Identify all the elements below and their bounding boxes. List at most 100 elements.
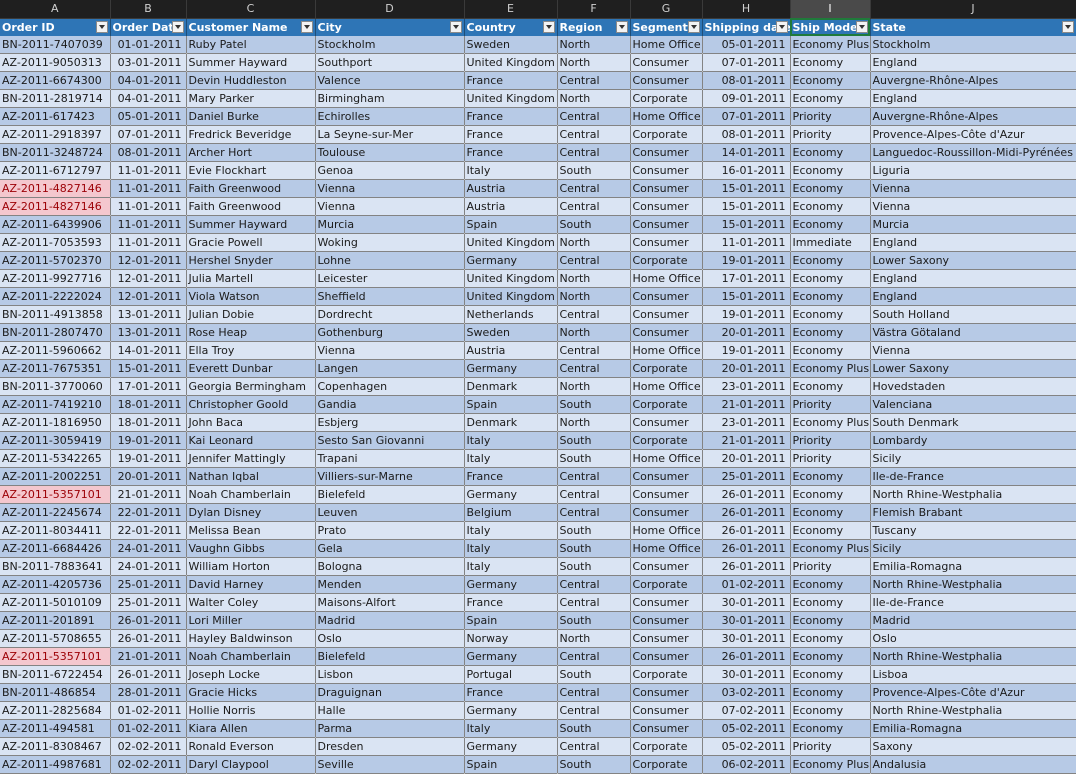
cell-state[interactable]: Hovedstaden (870, 377, 1076, 396)
cell-city[interactable]: Leicester (315, 269, 465, 288)
cell-shipping-date[interactable]: 30-01-2011 (702, 593, 791, 612)
cell-ship-mode[interactable]: Economy (790, 323, 871, 342)
cell-order-date[interactable]: 13-01-2011 (110, 323, 187, 342)
header-segment[interactable]: Segment (630, 18, 703, 36)
cell-city[interactable]: Parma (315, 719, 465, 738)
cell-state[interactable]: Murcia (870, 215, 1076, 234)
cell-shipping-date[interactable]: 30-01-2011 (702, 629, 791, 648)
cell-order-date[interactable]: 02-02-2011 (110, 737, 187, 756)
cell-country[interactable]: Italy (464, 521, 558, 540)
cell-region[interactable]: Central (557, 575, 631, 594)
cell-segment[interactable]: Consumer (630, 161, 703, 180)
cell-order-id[interactable]: AZ-2011-7419210 (0, 395, 111, 414)
cell-segment[interactable]: Consumer (630, 683, 703, 702)
cell-order-date[interactable]: 26-01-2011 (110, 611, 187, 630)
cell-ship-mode[interactable]: Economy (790, 197, 871, 216)
cell-city[interactable]: Copenhagen (315, 377, 465, 396)
cell-order-id[interactable]: AZ-2011-6674300 (0, 71, 111, 90)
cell-ship-mode[interactable]: Economy (790, 215, 871, 234)
cell-region[interactable]: Central (557, 305, 631, 324)
cell-order-id[interactable]: AZ-2011-2918397 (0, 125, 111, 144)
cell-shipping-date[interactable]: 20-01-2011 (702, 323, 791, 342)
cell-order-id[interactable]: BN-2011-7407039 (0, 35, 111, 54)
cell-segment[interactable]: Consumer (630, 71, 703, 90)
cell-customer-name[interactable]: Summer Hayward (186, 53, 316, 72)
cell-country[interactable]: Denmark (464, 413, 558, 432)
cell-ship-mode[interactable]: Economy (790, 179, 871, 198)
cell-shipping-date[interactable]: 07-02-2011 (702, 701, 791, 720)
cell-order-id[interactable]: AZ-2011-2002251 (0, 467, 111, 486)
cell-ship-mode[interactable]: Economy (790, 251, 871, 270)
cell-customer-name[interactable]: Evie Flockhart (186, 161, 316, 180)
cell-shipping-date[interactable]: 19-01-2011 (702, 305, 791, 324)
cell-country[interactable]: Austria (464, 341, 558, 360)
cell-ship-mode[interactable]: Economy Plus (790, 359, 871, 378)
cell-shipping-date[interactable]: 15-01-2011 (702, 215, 791, 234)
cell-shipping-date[interactable]: 19-01-2011 (702, 341, 791, 360)
cell-city[interactable]: La Seyne-sur-Mer (315, 125, 465, 144)
cell-order-date[interactable]: 21-01-2011 (110, 647, 187, 666)
cell-state[interactable]: Auvergne-Rhône-Alpes (870, 107, 1076, 126)
cell-segment[interactable]: Corporate (630, 395, 703, 414)
cell-city[interactable]: Valence (315, 71, 465, 90)
cell-segment[interactable]: Consumer (630, 611, 703, 630)
cell-region[interactable]: Central (557, 503, 631, 522)
cell-customer-name[interactable]: Hayley Baldwinson (186, 629, 316, 648)
cell-order-id[interactable]: AZ-2011-1816950 (0, 413, 111, 432)
cell-region[interactable]: North (557, 377, 631, 396)
cell-country[interactable]: Germany (464, 251, 558, 270)
cell-region[interactable]: Central (557, 647, 631, 666)
cell-customer-name[interactable]: Fredrick Beveridge (186, 125, 316, 144)
cell-ship-mode[interactable]: Economy (790, 683, 871, 702)
cell-segment[interactable]: Home Office (630, 377, 703, 396)
cell-country[interactable]: France (464, 71, 558, 90)
cell-state[interactable]: Saxony (870, 737, 1076, 756)
cell-city[interactable]: Vienna (315, 179, 465, 198)
filter-dropdown-icon[interactable] (615, 20, 628, 33)
cell-state[interactable]: Vienna (870, 197, 1076, 216)
cell-order-date[interactable]: 20-01-2011 (110, 467, 187, 486)
cell-country[interactable]: France (464, 107, 558, 126)
cell-ship-mode[interactable]: Priority (790, 557, 871, 576)
cell-order-id[interactable]: AZ-2011-5960662 (0, 341, 111, 360)
cell-city[interactable]: Menden (315, 575, 465, 594)
cell-segment[interactable]: Consumer (630, 53, 703, 72)
cell-region[interactable]: Central (557, 125, 631, 144)
cell-ship-mode[interactable]: Economy (790, 377, 871, 396)
cell-region[interactable]: North (557, 89, 631, 108)
cell-customer-name[interactable]: Jennifer Mattingly (186, 449, 316, 468)
cell-customer-name[interactable]: Mary Parker (186, 89, 316, 108)
cell-city[interactable]: Toulouse (315, 143, 465, 162)
filter-dropdown-icon[interactable] (775, 20, 788, 33)
cell-region[interactable]: Central (557, 143, 631, 162)
cell-order-date[interactable]: 22-01-2011 (110, 503, 187, 522)
cell-segment[interactable]: Home Office (630, 341, 703, 360)
cell-region[interactable]: Central (557, 737, 631, 756)
cell-state[interactable]: Provence-Alpes-Côte d'Azur (870, 125, 1076, 144)
cell-shipping-date[interactable]: 17-01-2011 (702, 269, 791, 288)
cell-order-date[interactable]: 18-01-2011 (110, 395, 187, 414)
cell-state[interactable]: Liguria (870, 161, 1076, 180)
cell-region[interactable]: Central (557, 467, 631, 486)
cell-state[interactable]: North Rhine-Westphalia (870, 647, 1076, 666)
cell-shipping-date[interactable]: 05-02-2011 (702, 719, 791, 738)
cell-segment[interactable]: Consumer (630, 413, 703, 432)
cell-shipping-date[interactable]: 26-01-2011 (702, 485, 791, 504)
cell-order-date[interactable]: 26-01-2011 (110, 665, 187, 684)
cell-order-id[interactable]: BN-2011-6722454 (0, 665, 111, 684)
cell-segment[interactable]: Consumer (630, 143, 703, 162)
cell-order-id[interactable]: AZ-2011-201891 (0, 611, 111, 630)
cell-city[interactable]: Villiers-sur-Marne (315, 467, 465, 486)
cell-order-date[interactable]: 12-01-2011 (110, 287, 187, 306)
cell-segment[interactable]: Consumer (630, 287, 703, 306)
cell-order-date[interactable]: 26-01-2011 (110, 629, 187, 648)
cell-order-date[interactable]: 22-01-2011 (110, 521, 187, 540)
cell-state[interactable]: Flemish Brabant (870, 503, 1076, 522)
cell-order-date[interactable]: 11-01-2011 (110, 161, 187, 180)
cell-segment[interactable]: Corporate (630, 359, 703, 378)
cell-city[interactable]: Oslo (315, 629, 465, 648)
cell-country[interactable]: United Kingdom (464, 269, 558, 288)
cell-city[interactable]: Genoa (315, 161, 465, 180)
cell-segment[interactable]: Consumer (630, 485, 703, 504)
cell-order-id[interactable]: BN-2011-3248724 (0, 143, 111, 162)
